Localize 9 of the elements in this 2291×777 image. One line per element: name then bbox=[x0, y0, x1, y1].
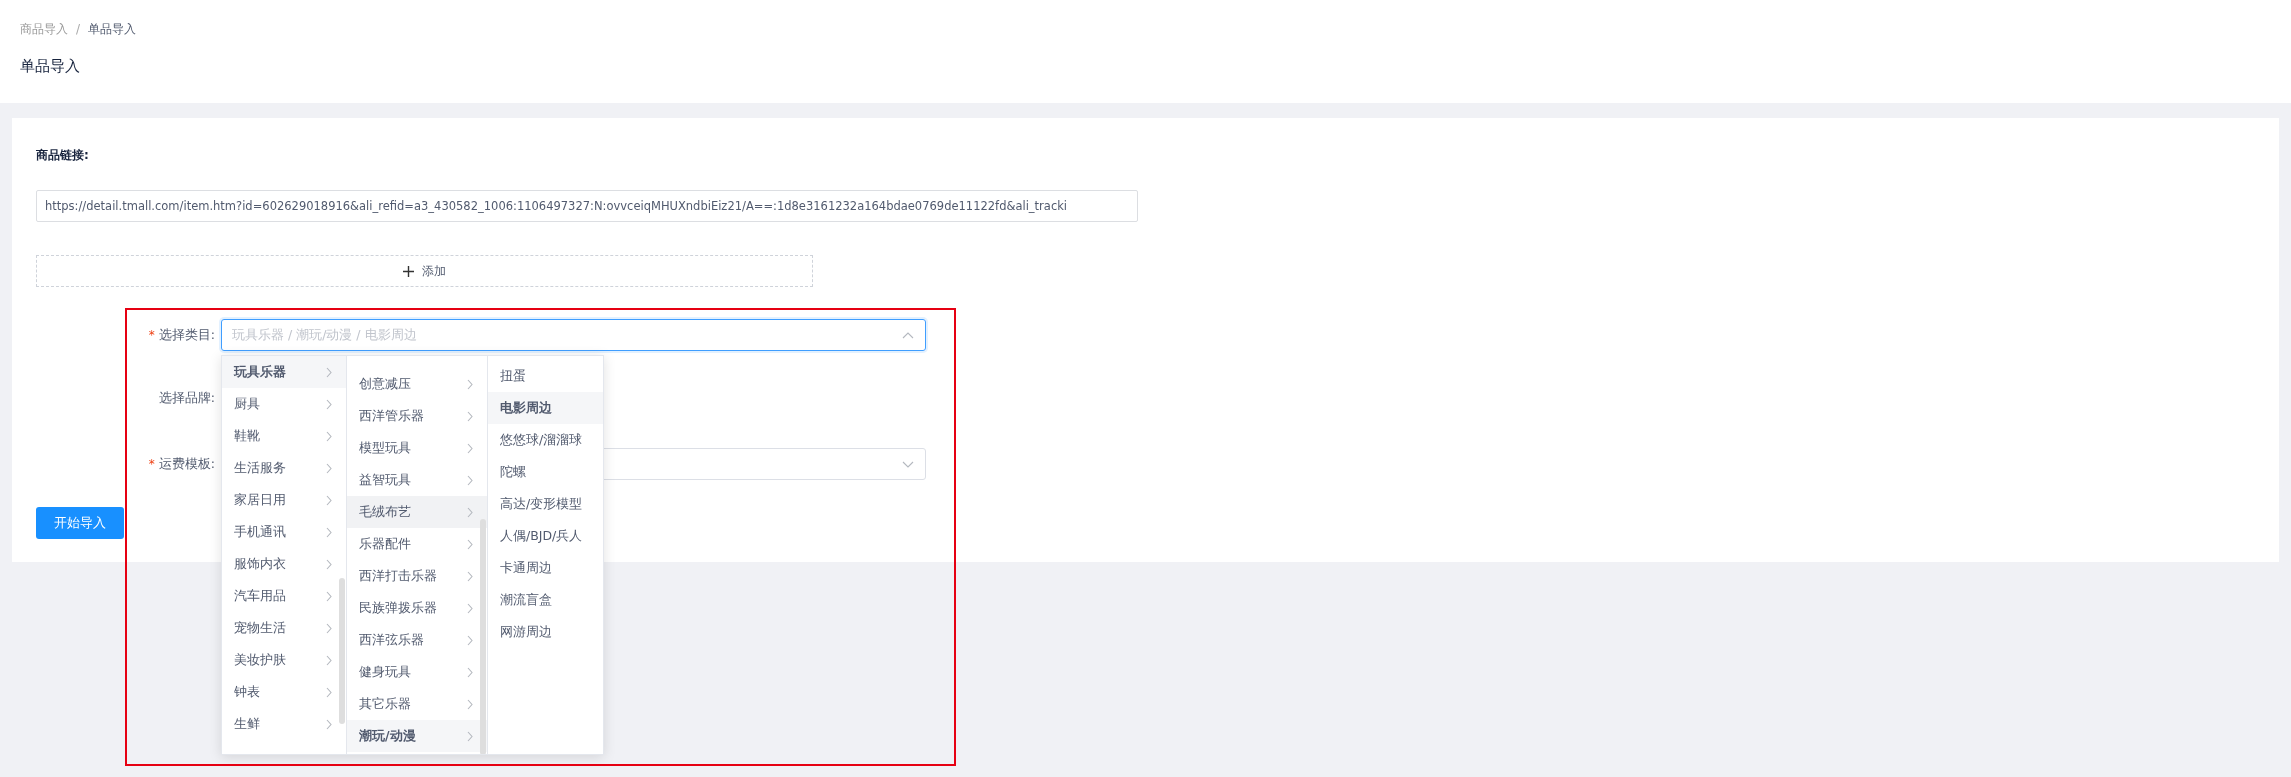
required-mark: * bbox=[148, 457, 155, 471]
field-label: 选择类目: bbox=[158, 326, 215, 344]
required-mark: * bbox=[148, 328, 155, 342]
breadcrumb-separator: / bbox=[76, 21, 81, 38]
breadcrumb-item: 单品导入 bbox=[88, 21, 137, 38]
field-label: 选择品牌: bbox=[158, 389, 215, 407]
field-label: 运费模板: bbox=[158, 455, 215, 473]
page-title: 单品导入 bbox=[20, 57, 81, 76]
field-label: 商品链接: bbox=[36, 147, 90, 164]
